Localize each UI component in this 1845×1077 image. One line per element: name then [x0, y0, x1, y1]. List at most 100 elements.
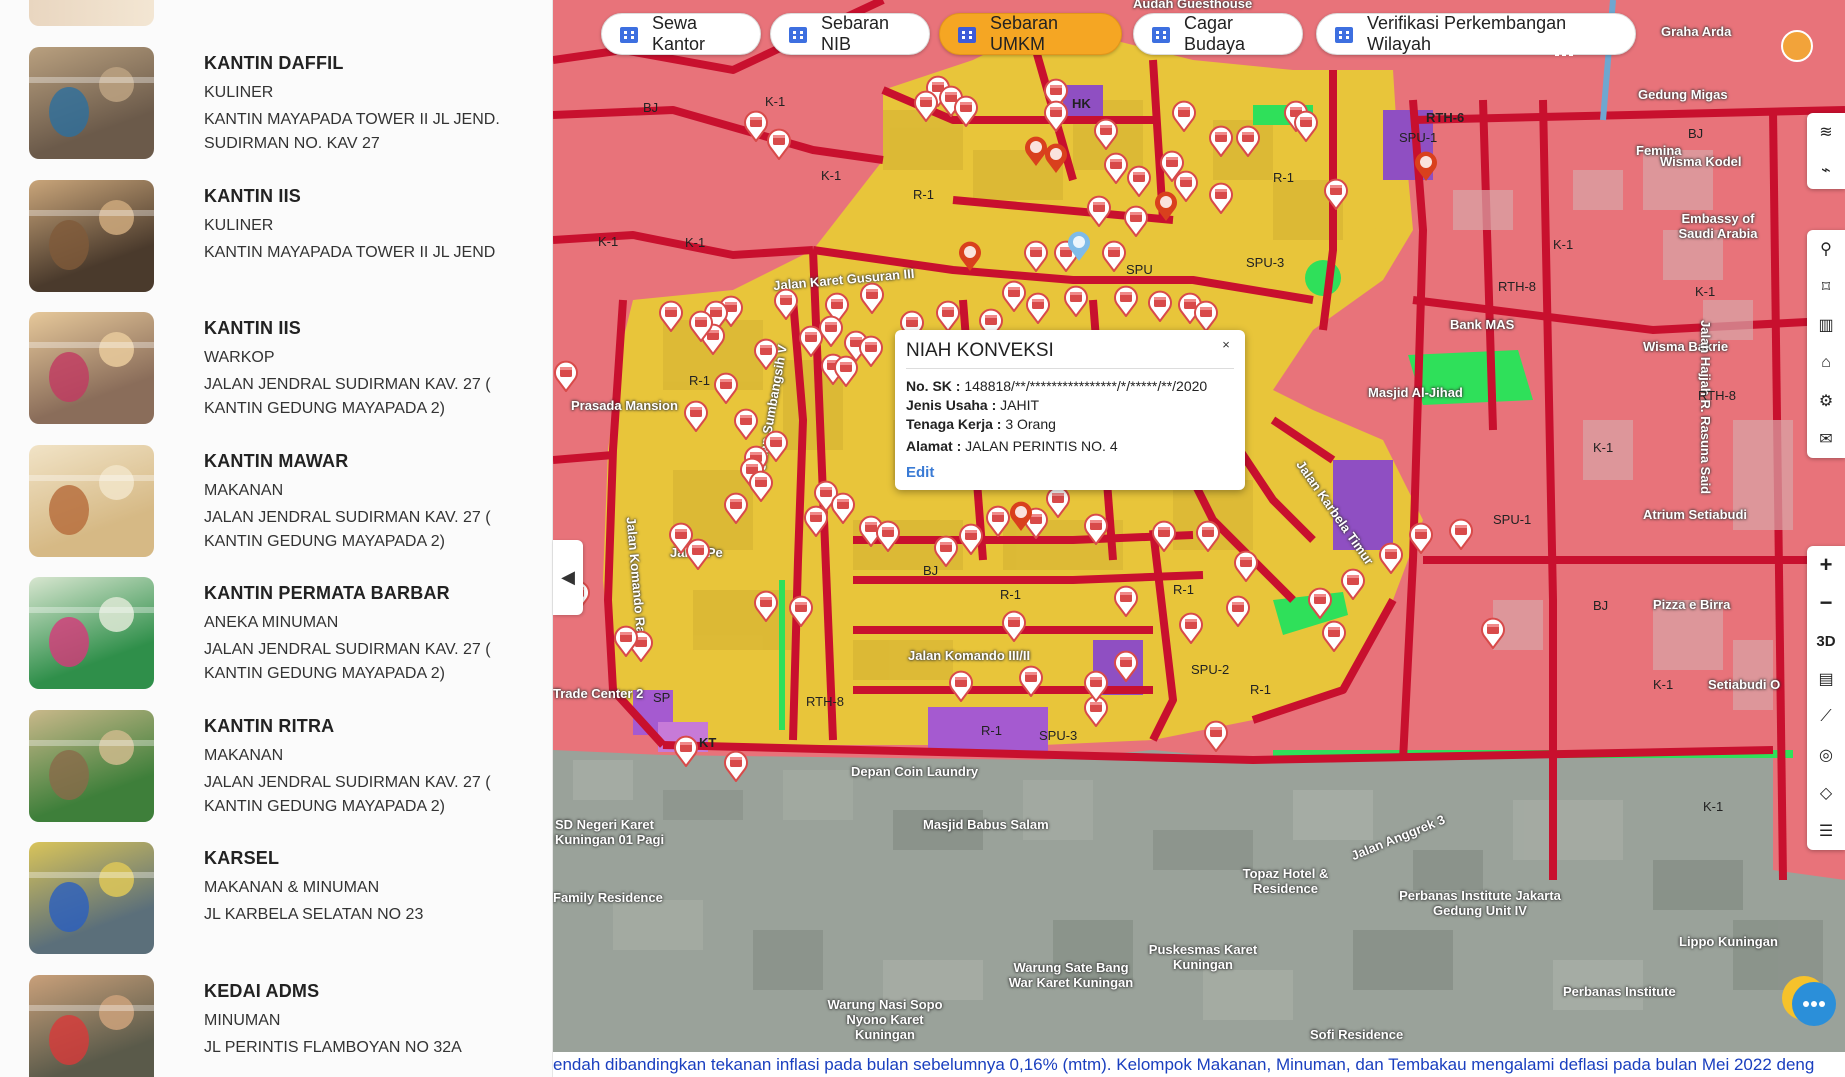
umkm-thumbnail[interactable]: [29, 577, 154, 689]
layers-button[interactable]: ≋: [1807, 113, 1845, 151]
umkm-pin-icon[interactable]: [958, 523, 984, 555]
umkm-pin-icon[interactable]: [1195, 520, 1221, 552]
umkm-pin-icon[interactable]: [830, 492, 856, 524]
umkm-pin-icon[interactable]: [948, 670, 974, 702]
feature-popup[interactable]: NIAH KONVEKSI No. SK : 148818/**/*******…: [895, 330, 1245, 490]
user-avatar[interactable]: [1781, 30, 1813, 62]
tab-sebaran-nib[interactable]: Sebaran NIB: [770, 13, 930, 55]
umkm-pin-icon[interactable]: [1123, 205, 1149, 237]
umkm-pin-icon[interactable]: [913, 90, 939, 122]
umkm-list-item[interactable]: KANTIN IIS WARKOP JALAN JENDRAL SUDIRMAN K…: [0, 312, 552, 444]
map-view[interactable]: Graha Arda Gedung Migas Femina Wisma Kod…: [553, 0, 1845, 1052]
umkm-pin-icon[interactable]: [818, 315, 844, 347]
umkm-pin-icon[interactable]: [766, 128, 792, 160]
umkm-pin-icon[interactable]: [1208, 125, 1234, 157]
umkm-pin-icon[interactable]: [1159, 150, 1185, 182]
chat-icon[interactable]: [1778, 970, 1840, 1032]
umkm-pin-icon[interactable]: [1063, 285, 1089, 317]
umkm-pin-icon[interactable]: [788, 595, 814, 627]
umkm-pin-icon[interactable]: [859, 282, 885, 314]
apps-grid-icon[interactable]: [1555, 37, 1575, 57]
umkm-thumbnail[interactable]: [29, 312, 154, 424]
umkm-pin-icon[interactable]: [1086, 195, 1112, 227]
umkm-pin-icon[interactable]: [613, 625, 639, 657]
tab-sewa-kantor[interactable]: Sewa Kantor: [601, 13, 761, 55]
umkm-pin-icon[interactable]: [1083, 670, 1109, 702]
umkm-pin-icon[interactable]: [723, 492, 749, 524]
umkm-pin-icon[interactable]: [933, 535, 959, 567]
umkm-list-item[interactable]: KANTIN MAWAR MAKANAN JALAN JENDRAL SUDIRMA…: [0, 444, 552, 577]
umkm-pin-icon[interactable]: [1113, 585, 1139, 617]
zoom-out-button[interactable]: −: [1807, 584, 1845, 622]
umkm-list-item[interactable]: KANTIN IIS KULINER KANTIN MAYAPADA TOWER I…: [0, 179, 552, 312]
umkm-pin-icon[interactable]: [1023, 240, 1049, 272]
umkm-pin-icon[interactable]: [1408, 522, 1434, 554]
umkm-pin-icon[interactable]: [773, 288, 799, 320]
umkm-pin-icon[interactable]: [1093, 118, 1119, 150]
umkm-pin-icon[interactable]: [1448, 518, 1474, 550]
umkm-pin-special-icon[interactable]: [1066, 230, 1092, 262]
umkm-thumbnail[interactable]: [29, 842, 154, 954]
umkm-pin-icon[interactable]: [733, 408, 759, 440]
umkm-pin-icon[interactable]: [683, 400, 709, 432]
umkm-list-item[interactable]: KANTIN DAFFIL KULINER KANTIN MAYAPADA TOWE…: [0, 47, 552, 179]
umkm-pin-icon[interactable]: [1045, 486, 1071, 518]
map-controls-top[interactable]: ≋ ⌁: [1807, 113, 1845, 189]
umkm-pin-icon[interactable]: [1340, 568, 1366, 600]
umkm-pin-special-icon[interactable]: [1153, 190, 1179, 222]
umkm-thumbnail[interactable]: [29, 444, 154, 557]
umkm-pin-icon[interactable]: [673, 735, 699, 767]
umkm-pin-icon[interactable]: [1323, 178, 1349, 210]
umkm-pin-icon[interactable]: [685, 538, 711, 570]
umkm-pin-icon[interactable]: [803, 505, 829, 537]
mail-button[interactable]: ✉: [1807, 420, 1845, 458]
umkm-pin-icon[interactable]: [753, 338, 779, 370]
umkm-pin-icon[interactable]: [713, 372, 739, 404]
umkm-thumbnail[interactable]: [29, 974, 154, 1077]
bicycle-button[interactable]: ⚙: [1807, 382, 1845, 420]
umkm-thumbnail[interactable]: [29, 179, 154, 292]
umkm-pin-icon[interactable]: [658, 300, 684, 332]
popup-close-button[interactable]: ×: [1217, 336, 1235, 354]
umkm-pin-icon[interactable]: [1293, 110, 1319, 142]
tab-sebaran-umkm[interactable]: Sebaran UMKM: [939, 13, 1122, 55]
umkm-pin-icon[interactable]: [1225, 595, 1251, 627]
umkm-list-panel[interactable]: KANTIN DAFFIL KULINER KANTIN MAYAPADA TOWE…: [0, 0, 553, 1077]
umkm-pin-special-icon[interactable]: [1008, 500, 1034, 532]
umkm-pin-special-icon[interactable]: [1023, 135, 1049, 167]
umkm-pin-icon[interactable]: [1307, 587, 1333, 619]
print-button[interactable]: ▤: [1807, 660, 1845, 698]
umkm-pin-icon[interactable]: [1235, 125, 1261, 157]
umkm-list-item[interactable]: KANTIN RITRA MAKANAN JALAN JENDRAL SUDIRMA…: [0, 709, 552, 842]
pin-button[interactable]: ⚲: [1807, 230, 1845, 268]
umkm-pin-icon[interactable]: [858, 335, 884, 367]
measure-line-button[interactable]: ⟋: [1807, 698, 1845, 736]
tab-cagar-budaya[interactable]: Cagar Budaya: [1133, 13, 1303, 55]
map-controls-bottom[interactable]: + − 3D ▤ ⟋ ◎ ◇ ☰: [1807, 546, 1845, 850]
umkm-pin-icon[interactable]: [1113, 650, 1139, 682]
umkm-pin-icon[interactable]: [1193, 300, 1219, 332]
buildings-button[interactable]: ▥: [1807, 306, 1845, 344]
umkm-pin-icon[interactable]: [1101, 240, 1127, 272]
umkm-pin-icon[interactable]: [1151, 520, 1177, 552]
tab-verifikasi-perkembangan-wilayah[interactable]: Verifikasi Perkembangan Wilayah: [1316, 13, 1636, 55]
umkm-pin-icon[interactable]: [1001, 610, 1027, 642]
umkm-pin-icon[interactable]: [1083, 513, 1109, 545]
umkm-pin-icon[interactable]: [1480, 617, 1506, 649]
umkm-list-item[interactable]: KANTIN PERMATA BARBAR ANEKA MINUMAN JALAN …: [0, 577, 552, 709]
umkm-list-item[interactable]: KARSEL MAKANAN & MINUMAN JL KARBELA SELATA…: [0, 842, 552, 974]
house-button[interactable]: ⌂: [1807, 344, 1845, 382]
umkm-pin-icon[interactable]: [1378, 542, 1404, 574]
collapse-panel-button[interactable]: ◀: [553, 540, 583, 615]
umkm-pin-icon[interactable]: [833, 355, 859, 387]
locate-button[interactable]: ◎: [1807, 736, 1845, 774]
umkm-list-item[interactable]: KEDAI ADMS MINUMAN JL PERINTIS FLAMBOYAN N…: [0, 974, 552, 1077]
umkm-pin-special-icon[interactable]: [1413, 150, 1439, 182]
map-controls-mid[interactable]: ⚲ ⌑ ▥ ⌂ ⚙ ✉: [1807, 230, 1845, 458]
umkm-pin-icon[interactable]: [1171, 100, 1197, 132]
umkm-pin-icon[interactable]: [1208, 182, 1234, 214]
umkm-pin-icon[interactable]: [1321, 620, 1347, 652]
umkm-pin-icon[interactable]: [1203, 720, 1229, 752]
umkm-pin-icon[interactable]: [1178, 612, 1204, 644]
umkm-pin-icon[interactable]: [1025, 292, 1051, 324]
